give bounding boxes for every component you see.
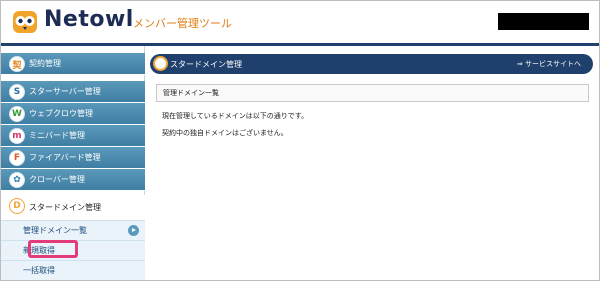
- sidebar-item-label: 契約管理: [29, 59, 61, 68]
- page-title: スタードメイン管理: [170, 59, 242, 69]
- sidebar-item-clover[interactable]: ✿ クローバー管理: [1, 169, 145, 191]
- arrow-right-icon: [128, 225, 139, 236]
- stardomain-title-icon: [153, 56, 168, 71]
- webcrow-icon: W: [9, 106, 25, 122]
- sidebar-item-webcrow[interactable]: W ウェブクロウ管理: [1, 103, 145, 125]
- info-text: 現在管理しているドメインは以下の通りです。: [162, 112, 309, 120]
- brand-name[interactable]: Netowl: [44, 7, 134, 32]
- sidebar-item-label: ファイアバード管理: [29, 153, 101, 162]
- info-text: 契約中の独自ドメインはございません。: [162, 129, 288, 137]
- sidebar-sub-label: 一括取得: [23, 266, 55, 275]
- section-body: 現在管理しているドメインは以下の通りです。 契約中の独自ドメインはございません。: [162, 108, 308, 142]
- owl-logo-icon: [13, 11, 37, 33]
- sidebar-item-contract[interactable]: 契 契約管理: [1, 53, 145, 75]
- app-header: Netowl メンバー管理ツール: [1, 1, 599, 43]
- sidebar-item-label: スタードメイン管理: [29, 203, 101, 212]
- sidebar-sub-domain-list[interactable]: 管理ドメイン一覧: [1, 220, 145, 240]
- sidebar-item-firebird[interactable]: F ファイアバード管理: [1, 147, 145, 169]
- sidebar-sub-label: 管理ドメイン一覧: [23, 226, 87, 235]
- stardomain-icon: D: [9, 198, 25, 214]
- minibird-icon: m: [9, 128, 25, 144]
- sidebar-item-stardomain[interactable]: D スタードメイン管理: [1, 195, 145, 221]
- firebird-icon: F: [9, 150, 25, 166]
- sidebar-item-star-server[interactable]: S スターサーバー管理: [1, 81, 145, 103]
- clover-icon: ✿: [9, 172, 25, 188]
- highlight-frame: [28, 240, 78, 258]
- sidebar-item-minibird[interactable]: m ミニバード管理: [1, 125, 145, 147]
- section-title: 管理ドメイン一覧: [163, 89, 219, 97]
- sidebar-item-label: ミニバード管理: [29, 131, 85, 140]
- page-title-bar: スタードメイン管理 ⇒ サービスサイトへ: [150, 54, 593, 74]
- sidebar-sub-bulk-registration[interactable]: 一括取得: [1, 260, 145, 280]
- contract-icon: 契: [9, 56, 25, 72]
- sidebar-item-label: スターサーバー管理: [29, 87, 101, 96]
- sidebar-item-label: ウェブクロウ管理: [29, 109, 93, 118]
- star-server-icon: S: [9, 84, 25, 100]
- sidebar-item-label: クローバー管理: [29, 175, 85, 184]
- redacted-user-box: [498, 13, 589, 30]
- section-heading: 管理ドメイン一覧: [156, 84, 589, 102]
- tool-subtitle: メンバー管理ツール: [133, 17, 232, 30]
- service-site-link[interactable]: ⇒ サービスサイトへ: [517, 59, 581, 69]
